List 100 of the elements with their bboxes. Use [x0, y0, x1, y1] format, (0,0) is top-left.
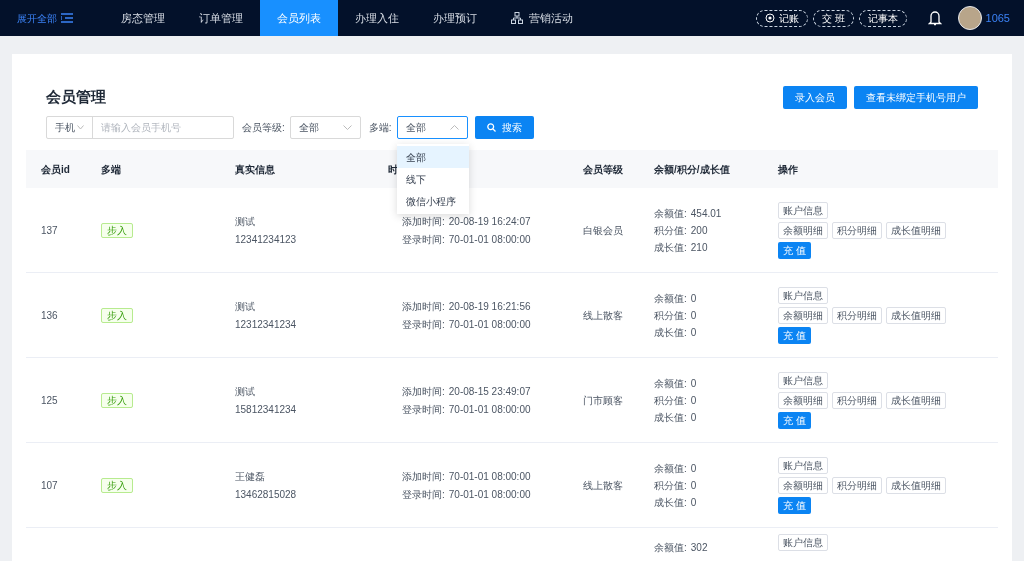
field-label: 成长值: — [654, 495, 687, 510]
balance-value: 0 — [690, 291, 697, 306]
balance-value: 302 — [690, 541, 708, 555]
growth-value: 210 — [690, 240, 708, 255]
field-label: 添加时间: — [402, 384, 445, 399]
field-label: 余额值: — [654, 206, 687, 221]
field-label: 登录时间: — [402, 402, 445, 417]
login-time: 70-01-01 08:00:00 — [448, 402, 531, 417]
action-button[interactable]: 余额明细 — [778, 306, 828, 324]
field-label: 添加时间: — [402, 469, 445, 484]
action-button[interactable]: 账户信息 — [778, 456, 828, 474]
channel-select[interactable]: 全部 — [396, 116, 468, 139]
menu-icon[interactable] — [61, 13, 73, 23]
action-button[interactable]: 账户信息 — [778, 371, 828, 389]
nav-tab[interactable]: 房态管理 — [104, 0, 182, 36]
column-header: 时 — [388, 163, 398, 175]
login-time: 70-01-01 08:00:00 — [448, 232, 531, 247]
field-label: 添加时间: — [402, 299, 445, 314]
table-cell: 107 — [41, 479, 58, 491]
field-label: 余额值: — [654, 461, 687, 476]
column-header: 会员id — [41, 163, 70, 175]
member-level: 白银会员 — [583, 224, 623, 236]
action-button[interactable]: 成长值明细 — [886, 221, 946, 239]
member-phone: 12341234123 — [235, 232, 298, 247]
phone-search-field[interactable]: 手机 请输入会员手机号 — [46, 116, 234, 139]
recharge-button[interactable]: 充 值 — [778, 241, 811, 259]
page-title: 会员管理 — [46, 86, 106, 107]
expand-all-link[interactable]: 展开全部 — [17, 10, 57, 26]
action-button[interactable]: 成长值明细 — [886, 391, 946, 409]
primary-button[interactable]: 查看未绑定手机号用户 — [854, 85, 978, 109]
field-label: 成长值: — [654, 410, 687, 425]
member-name: 测试 — [235, 214, 256, 229]
chevron-up-icon — [449, 125, 459, 130]
action-button[interactable]: 积分明细 — [832, 476, 882, 494]
action-button[interactable]: 积分明细 — [832, 221, 882, 239]
field-label: 成长值: — [654, 240, 687, 255]
user-id: 1065 — [985, 10, 1010, 26]
search-icon — [486, 123, 496, 132]
field-label: 余额值: — [654, 291, 687, 306]
phone-input[interactable]: 请输入会员手机号 — [93, 117, 233, 138]
action-button[interactable]: 成长值明细 — [886, 306, 946, 324]
table-cell: 136 — [41, 309, 58, 321]
primary-button[interactable]: 录入会员 — [783, 85, 847, 109]
growth-value: 0 — [690, 325, 697, 340]
points-value: 0 — [690, 308, 697, 323]
field-label: 积分值: — [654, 308, 687, 323]
member-level: 门市顾客 — [583, 394, 623, 406]
login-time: 70-01-01 08:00:00 — [448, 317, 531, 332]
user-avatar[interactable] — [957, 6, 982, 30]
field-label: 登录时间: — [402, 232, 445, 247]
field-label: 余额值: — [654, 541, 687, 555]
target-icon — [764, 13, 775, 23]
nav-tab[interactable]: 办理入住 — [338, 0, 416, 36]
field-label: 登录时间: — [402, 317, 445, 332]
action-button[interactable]: 余额明细 — [778, 221, 828, 239]
action-button[interactable]: 余额明细 — [778, 476, 828, 494]
balance-value: 0 — [690, 376, 697, 391]
hierarchy-icon — [511, 12, 523, 24]
column-header: 会员等级 — [583, 163, 623, 175]
table-cell: 125 — [41, 394, 58, 406]
recharge-button[interactable]: 充 值 — [778, 496, 811, 514]
nav-tab[interactable]: 营销活动 — [494, 0, 590, 36]
field-label: 登录时间: — [402, 487, 445, 502]
nav-tab[interactable]: 办理预订 — [416, 0, 494, 36]
member-name: 测试 — [235, 299, 256, 314]
points-value: 0 — [690, 478, 697, 493]
field-label: 积分值: — [654, 478, 687, 493]
action-button[interactable]: 账户信息 — [778, 286, 828, 304]
dropdown-option[interactable]: 线下 — [396, 168, 469, 190]
balance-value: 454.01 — [690, 206, 722, 221]
recharge-button[interactable]: 充 值 — [778, 326, 811, 344]
channel-tag: 步入 — [101, 307, 133, 323]
recharge-button[interactable]: 充 值 — [778, 411, 811, 429]
added-time: 70-01-01 08:00:00 — [448, 469, 531, 484]
dropdown-option[interactable]: 全部 — [396, 146, 469, 168]
column-header: 真实信息 — [235, 163, 275, 175]
channel-tag: 步入 — [101, 392, 133, 408]
field-label: 成长值: — [654, 325, 687, 340]
nav-tab[interactable]: 订单管理 — [182, 0, 260, 36]
member-phone: 15812341234 — [235, 402, 298, 417]
action-button[interactable]: 积分明细 — [832, 306, 882, 324]
search-button[interactable]: 搜索 — [474, 116, 534, 139]
chevron-down-icon — [77, 125, 84, 130]
level-select[interactable]: 全部 — [289, 116, 361, 139]
added-time: 20-08-15 23:49:07 — [448, 384, 531, 399]
dropdown-option[interactable]: 微信小程序 — [396, 190, 469, 212]
field-label: 积分值: — [654, 393, 687, 408]
action-button[interactable]: 账户信息 — [778, 534, 828, 551]
phone-type-select[interactable]: 手机 — [47, 117, 93, 138]
table-cell: 137 — [41, 224, 58, 236]
member-level: 线上散客 — [583, 309, 623, 321]
added-time: 20-08-19 16:21:56 — [448, 299, 531, 314]
action-button[interactable]: 成长值明细 — [886, 476, 946, 494]
action-button[interactable]: 积分明细 — [832, 391, 882, 409]
bell-icon[interactable] — [927, 10, 942, 26]
action-button[interactable]: 账户信息 — [778, 201, 828, 219]
balance-value: 0 — [690, 461, 697, 476]
channel-tag: 步入 — [101, 222, 133, 238]
action-button[interactable]: 余额明细 — [778, 391, 828, 409]
field-label: 余额值: — [654, 376, 687, 391]
